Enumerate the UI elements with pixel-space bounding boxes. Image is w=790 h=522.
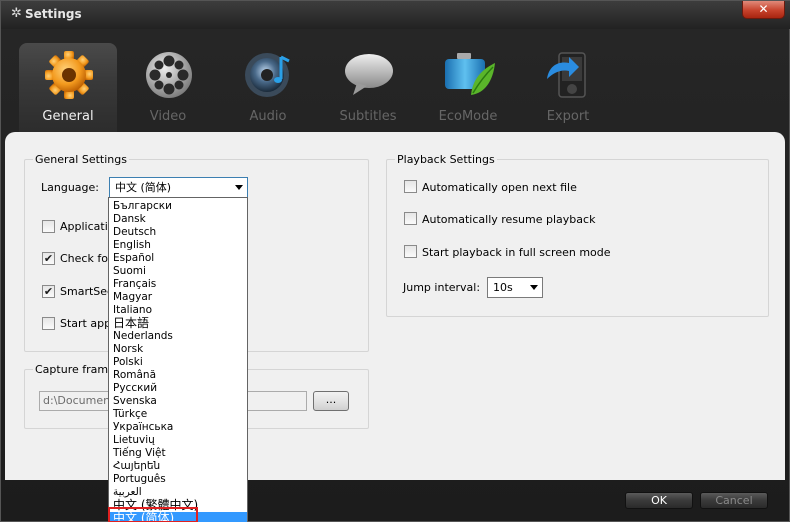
fullscreen-checkbox[interactable] (404, 245, 417, 258)
language-option[interactable]: Română (109, 369, 247, 382)
jump-interval-value: 10s (493, 281, 513, 294)
start-app-label: Start appl (60, 317, 115, 330)
resume-playback-checkbox[interactable] (404, 212, 417, 225)
tab-ecomode[interactable]: EcoMode (419, 43, 517, 133)
tab-label: Subtitles (339, 109, 397, 124)
battery-leaf-icon (445, 53, 495, 95)
fullscreen-label: Start playback in full screen mode (422, 246, 611, 259)
tab-label: Video (149, 109, 187, 124)
tab-audio[interactable]: Audio (219, 43, 317, 133)
language-option[interactable]: Հայերեն (109, 460, 247, 473)
jump-interval-select[interactable]: 10s (487, 277, 543, 298)
checkmark-icon: ✔ (43, 252, 54, 265)
application-checkbox[interactable] (42, 220, 55, 233)
chevron-down-icon (235, 185, 243, 190)
open-next-file-checkbox[interactable] (404, 180, 417, 193)
tab-general[interactable]: General (19, 43, 117, 133)
language-option-selected[interactable]: 中文 (简体) (109, 512, 247, 522)
tab-export[interactable]: Export (519, 43, 617, 133)
film-reel-icon (146, 52, 192, 98)
language-select[interactable]: 中文 (简体) (109, 177, 248, 198)
language-option[interactable]: Dansk (109, 213, 247, 226)
language-dropdown-list: Български Dansk Deutsch English Español … (108, 197, 248, 522)
settings-window: ✲ Settings ✕ General Video Audio Subtitl… (0, 0, 790, 522)
playback-settings-group: Playback Settings Automatically open nex… (386, 153, 769, 317)
tab-label: General (42, 109, 94, 124)
tab-subtitles[interactable]: Subtitles (319, 43, 417, 133)
language-option[interactable]: Українська (109, 421, 247, 434)
gear-small-icon: ✲ (11, 6, 22, 21)
tab-label: Export (546, 109, 590, 124)
language-option[interactable]: Português (109, 473, 247, 486)
language-option[interactable]: Español (109, 252, 247, 265)
tab-video[interactable]: Video (119, 43, 217, 133)
export-device-icon (547, 52, 586, 98)
smartseek-checkbox[interactable]: ✔ (42, 285, 55, 298)
language-option[interactable]: Lietuvių (109, 434, 247, 447)
gear-icon (45, 51, 93, 99)
language-option[interactable]: Български (109, 200, 247, 213)
cancel-button[interactable]: Cancel (700, 492, 768, 509)
language-option[interactable]: Magyar (109, 291, 247, 304)
language-option[interactable]: Français (109, 278, 247, 291)
application-label: Applicatio (60, 220, 115, 233)
language-option[interactable]: Türkçe (109, 408, 247, 421)
language-option[interactable]: Suomi (109, 265, 247, 278)
title-bar: ✲ Settings ✕ (1, 1, 790, 29)
group-title: General Settings (33, 153, 129, 166)
language-label: Language: (41, 181, 99, 194)
window-title: Settings (25, 7, 82, 21)
resume-playback-label: Automatically resume playback (422, 213, 596, 226)
start-app-checkbox[interactable] (42, 317, 55, 330)
language-select-value: 中文 (简体) (115, 181, 172, 194)
language-option[interactable]: Polski (109, 356, 247, 369)
group-title: Playback Settings (395, 153, 497, 166)
chevron-down-icon (530, 285, 538, 290)
tab-bar: General Video Audio Subtitles EcoMode Ex… (1, 29, 790, 133)
language-option[interactable]: 日本語 (109, 317, 247, 330)
check-for-checkbox[interactable]: ✔ (42, 252, 55, 265)
speech-bubble-icon (345, 54, 393, 95)
language-option[interactable]: Tiếng Việt (109, 447, 247, 460)
language-option[interactable]: English (109, 239, 247, 252)
ok-button[interactable]: OK (625, 492, 693, 509)
tab-label: EcoMode (438, 109, 498, 124)
group-title: Capture frame (33, 363, 117, 376)
language-option[interactable]: Deutsch (109, 226, 247, 239)
close-button[interactable]: ✕ (742, 1, 785, 19)
language-option[interactable]: Nederlands (109, 330, 247, 343)
check-for-label: Check for (60, 252, 113, 265)
jump-interval-label: Jump interval: (403, 281, 481, 294)
tab-label: Audio (249, 109, 287, 124)
checkmark-icon: ✔ (43, 285, 54, 298)
language-option[interactable]: Русский (109, 382, 247, 395)
language-option[interactable]: Norsk (109, 343, 247, 356)
speaker-icon (245, 53, 290, 97)
browse-button[interactable]: ... (313, 391, 349, 411)
language-option[interactable]: Svenska (109, 395, 247, 408)
open-next-file-label: Automatically open next file (422, 181, 577, 194)
